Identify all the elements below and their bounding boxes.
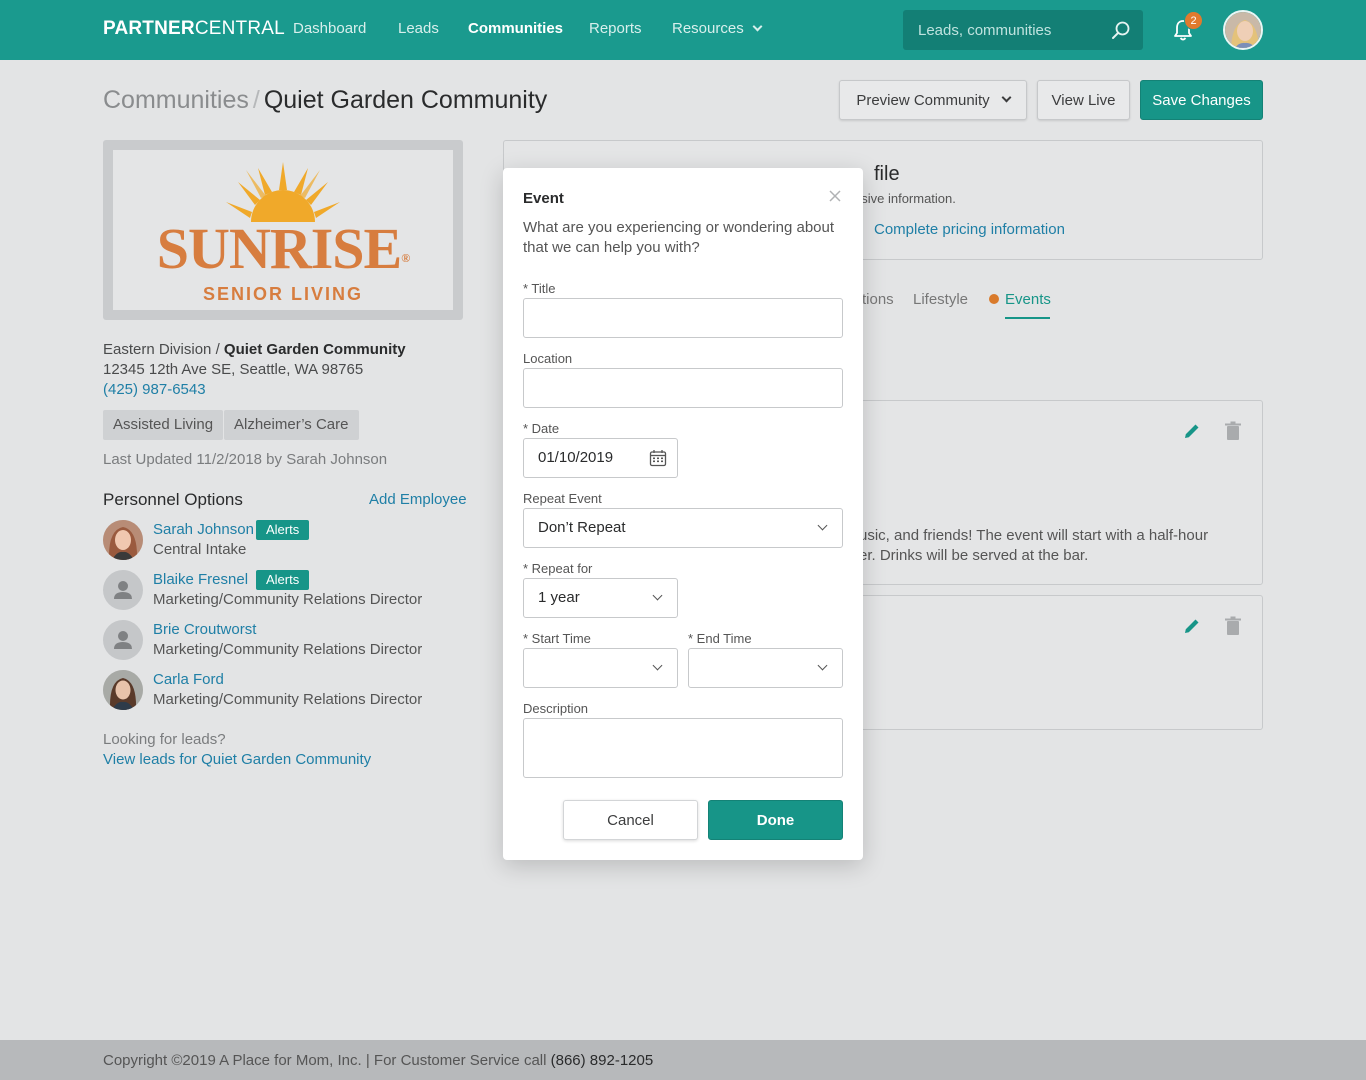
- description-label: Description: [523, 701, 589, 716]
- calendar-icon[interactable]: [649, 449, 667, 467]
- nav-reports[interactable]: Reports: [589, 20, 642, 37]
- event-modal: Event What are you experiencing or wonde…: [503, 168, 863, 860]
- chevron-down-icon: [817, 520, 828, 531]
- repeat-for-value: 1 year: [538, 589, 580, 606]
- end-time-select[interactable]: [688, 648, 843, 688]
- nav-resources-label: Resources: [672, 20, 744, 37]
- done-button[interactable]: Done: [708, 800, 843, 840]
- chevron-down-icon: [652, 660, 663, 671]
- brand-logo[interactable]: PARTNERCENTRAL: [103, 18, 285, 40]
- chevron-down-icon: [652, 590, 663, 601]
- footer: Copyright ©2019 A Place for Mom, Inc. | …: [0, 1040, 1366, 1080]
- repeat-for-select[interactable]: 1 year: [523, 578, 678, 618]
- modal-title: Event: [523, 190, 564, 207]
- repeat-event-select[interactable]: Don’t Repeat: [523, 508, 843, 548]
- date-input[interactable]: 01/10/2019: [523, 438, 678, 478]
- search-input[interactable]: [903, 10, 1103, 50]
- chevron-down-icon: [752, 21, 763, 32]
- start-time-label: * Start Time: [523, 631, 591, 646]
- user-avatar[interactable]: [1223, 10, 1263, 50]
- location-label: Location: [523, 351, 573, 366]
- repeat-event-value: Don’t Repeat: [538, 519, 626, 536]
- close-icon[interactable]: [827, 188, 843, 204]
- title-input[interactable]: [523, 298, 843, 338]
- search-box: [903, 10, 1143, 50]
- nav-resources[interactable]: Resources: [672, 20, 763, 37]
- location-input[interactable]: [523, 368, 843, 408]
- repeat-event-label: Repeat Event: [523, 491, 602, 506]
- footer-text: Copyright ©2019 A Place for Mom, Inc. | …: [103, 1052, 653, 1069]
- search-icon[interactable]: [1111, 20, 1131, 40]
- nav-leads[interactable]: Leads: [398, 20, 439, 37]
- footer-phone: (866) 892-1205: [550, 1052, 654, 1069]
- footer-copyright: Copyright ©2019 A Place for Mom, Inc. | …: [103, 1052, 547, 1069]
- modal-subtitle: What are you experiencing or wondering a…: [523, 219, 835, 256]
- start-time-select[interactable]: [523, 648, 678, 688]
- notification-badge: 2: [1184, 11, 1203, 30]
- top-navbar: PARTNERCENTRAL Dashboard Leads Communiti…: [0, 0, 1366, 60]
- title-label: * Title: [523, 281, 556, 296]
- description-textarea[interactable]: [523, 718, 843, 778]
- nav-dashboard[interactable]: Dashboard: [293, 20, 366, 37]
- nav-communities[interactable]: Communities: [468, 20, 563, 37]
- end-time-label: * End Time: [688, 631, 752, 646]
- repeat-for-label: * Repeat for: [523, 561, 593, 576]
- date-value: 01/10/2019: [538, 449, 614, 466]
- date-label: * Date: [523, 421, 560, 436]
- chevron-down-icon: [817, 660, 828, 671]
- cancel-button[interactable]: Cancel: [563, 800, 698, 840]
